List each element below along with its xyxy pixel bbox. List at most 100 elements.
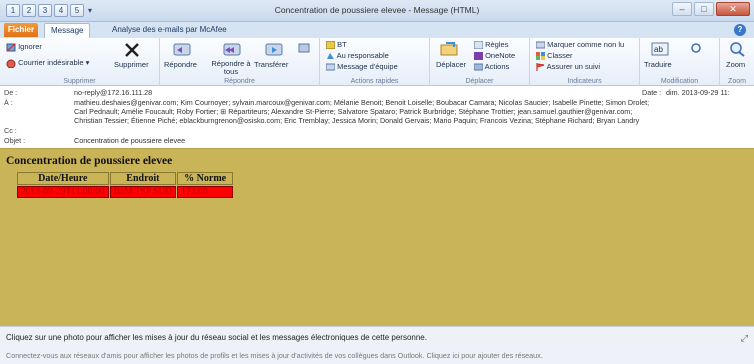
move-button[interactable]: Déplacer xyxy=(436,60,466,69)
find-icon[interactable] xyxy=(690,42,704,54)
rules-label: Règles xyxy=(485,40,509,49)
quick-step-1[interactable]: BT xyxy=(326,40,347,50)
categorize-label: Classer xyxy=(547,51,573,60)
group-zoom: Zoom Zoom xyxy=(720,38,754,86)
group-respond: Répondre Répondre à tous Transférer Répo… xyxy=(160,38,320,86)
group-quick-steps: BT Au responsable Message d'équipe Actio… xyxy=(320,38,430,86)
zoom-icon xyxy=(730,42,745,57)
table-header-row: Date/Heure Endroit % Norme xyxy=(17,172,234,185)
onenote-icon xyxy=(474,52,483,61)
subject-label: Objet : xyxy=(4,136,26,145)
minimize-button[interactable]: – xyxy=(672,2,692,16)
quick-step-bt-label: BT xyxy=(337,40,347,49)
maximize-button[interactable]: □ xyxy=(694,2,714,16)
date-label: Date : xyxy=(642,88,662,97)
from-value[interactable]: no-reply@172.16.111.28 xyxy=(74,88,152,97)
group-respond-label: Répondre xyxy=(224,78,255,85)
group-tags: Marquer comme non lu Classer Assurer un … xyxy=(530,38,640,86)
close-button[interactable]: ✕ xyxy=(716,2,750,16)
team-email-icon xyxy=(326,63,335,71)
flag-icon xyxy=(536,63,545,72)
mark-unread-button[interactable]: Marquer comme non lu xyxy=(536,40,624,49)
reply-all-button[interactable]: Répondre à tous xyxy=(206,60,256,76)
tab-file[interactable]: Fichier xyxy=(4,23,38,37)
cell-datetime: 2013-09-29T11:00:00 xyxy=(17,186,109,198)
group-editing-label: Modification xyxy=(660,78,699,85)
delete-button[interactable]: Supprimer xyxy=(114,60,149,69)
follow-up-button[interactable]: Assurer un suivi xyxy=(536,62,601,72)
table-row: 2013-09-29T11:00:00 BaM TSP SUD 173.00 xyxy=(17,186,234,198)
title-bar: 1 2 3 4 5 ▾ Concentration de poussiere e… xyxy=(0,0,754,22)
junk-icon xyxy=(6,59,16,68)
delete-icon xyxy=(125,43,139,57)
tab-message[interactable]: Message xyxy=(44,23,91,38)
ignore-button[interactable]: Ignorer xyxy=(6,42,42,52)
mark-unread-icon xyxy=(536,41,545,49)
translate-button[interactable]: Traduire xyxy=(644,60,672,69)
ribbon: Ignorer Courrier indésirable ▾ Supprimer… xyxy=(0,38,754,86)
junk-label: Courrier indésirable xyxy=(18,58,84,67)
follow-up-label: Assurer un suivi xyxy=(546,62,601,71)
team-email-label: Message d'équipe xyxy=(337,62,398,71)
social-connector-message: Cliquez sur une photo pour afficher les … xyxy=(6,333,427,342)
reply-icon xyxy=(173,43,191,56)
categorize-button[interactable]: Classer xyxy=(536,51,573,61)
mark-unread-label: Marquer comme non lu xyxy=(547,40,625,49)
ignore-label: Ignorer xyxy=(18,42,42,51)
to-line-1[interactable]: mathieu.deshaies@genivar.com; Kim Courno… xyxy=(74,98,649,107)
zoom-button[interactable]: Zoom xyxy=(726,60,745,69)
from-label: De : xyxy=(4,88,18,97)
forward-icon xyxy=(265,43,283,56)
to-line-2[interactable]: Carl Pednault; Amélie Foucault; Roby For… xyxy=(74,107,632,116)
group-delete: Ignorer Courrier indésirable ▾ Supprimer… xyxy=(0,38,160,86)
onenote-button[interactable]: OneNote xyxy=(474,51,516,61)
to-label: À : xyxy=(4,98,13,107)
reply-all-icon xyxy=(223,43,241,56)
quick-step-2[interactable]: Au responsable xyxy=(326,51,389,60)
column-header-norm: % Norme xyxy=(177,172,234,185)
group-quick-steps-label: Actions rapides xyxy=(350,78,399,85)
cc-label: Cc : xyxy=(4,126,17,135)
group-delete-label: Supprimer xyxy=(63,78,96,85)
quick-step-3[interactable]: Message d'équipe xyxy=(326,62,398,71)
more-respond-icon[interactable] xyxy=(298,42,312,54)
cell-norm: 173.00 xyxy=(177,186,234,198)
alert-table: Date/Heure Endroit % Norme 2013-09-29T11… xyxy=(16,171,234,199)
quick-step-bt-icon xyxy=(326,41,335,50)
categorize-icon xyxy=(536,52,545,61)
subject-value: Concentration de poussiere elevee xyxy=(74,136,186,145)
onenote-label: OneNote xyxy=(485,51,516,60)
rules-icon xyxy=(474,41,483,50)
cell-location: BaM TSP SUD xyxy=(109,186,177,198)
message-header: De : no-reply@172.16.111.28 Date : dim. … xyxy=(0,86,754,148)
actions-icon xyxy=(474,63,483,71)
group-tags-label: Indicateurs xyxy=(567,78,602,85)
expand-pane-icon[interactable]: ⤢ xyxy=(741,333,748,344)
group-zoom-label: Zoom xyxy=(728,78,746,85)
column-header-datetime: Date/Heure xyxy=(17,172,109,185)
date-value: dim. 2013-09-29 11: xyxy=(666,88,730,97)
to-line-3[interactable]: Christian Tessier; Étienne Piché; eblack… xyxy=(74,116,639,125)
social-connector-pane: Cliquez sur une photo pour afficher les … xyxy=(0,326,754,364)
ribbon-tabs: Fichier Message Analyse des e-mails par … xyxy=(0,22,754,38)
junk-button[interactable]: Courrier indésirable ▾ xyxy=(6,58,89,68)
move-icon xyxy=(440,42,458,56)
help-icon[interactable]: ? xyxy=(734,24,746,36)
window-title: Concentration de poussiere elevee - Mess… xyxy=(274,5,480,15)
group-move: Déplacer Règles OneNote Actions Déplacer xyxy=(430,38,530,86)
column-header-location: Endroit xyxy=(109,172,177,185)
junk-dropdown-icon[interactable]: ▾ xyxy=(86,58,90,67)
forward-button[interactable]: Transférer xyxy=(254,60,288,69)
actions-button[interactable]: Actions xyxy=(474,62,509,71)
actions-label: Actions xyxy=(484,62,510,71)
group-editing: ab Traduire Modification xyxy=(640,38,720,86)
message-body: Concentration de poussiere elevee Date/H… xyxy=(0,148,754,326)
rules-button[interactable]: Règles xyxy=(474,40,509,50)
window-controls: – □ ✕ xyxy=(672,2,750,16)
tab-mcafee[interactable]: Analyse des e-mails par McAfee xyxy=(106,23,233,38)
message-title: Concentration de poussiere elevee xyxy=(6,155,173,167)
to-manager-label: Au responsable xyxy=(336,51,389,60)
reply-button[interactable]: Répondre xyxy=(164,60,197,69)
to-manager-icon xyxy=(327,53,334,60)
social-connector-link[interactable]: Connectez-vous aux réseaux d'amis pour a… xyxy=(6,351,543,360)
